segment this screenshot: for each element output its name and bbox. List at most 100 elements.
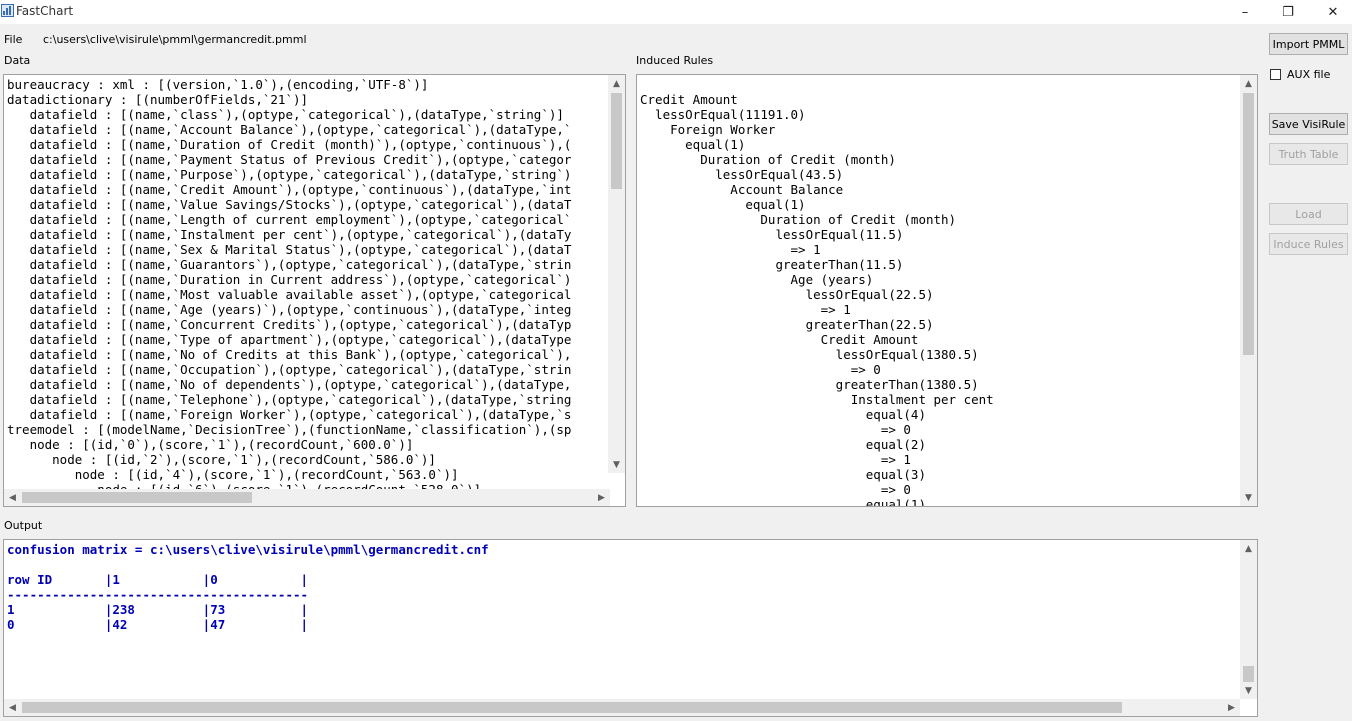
rule-line: equal(3) [640, 467, 926, 482]
output-line: ---------------------------------------- [7, 587, 309, 602]
data-line: datafield : [(name,`Foreign Worker`),(op… [7, 407, 572, 422]
data-line: datafield : [(name,`Type of apartment`),… [7, 332, 572, 347]
data-line: datafield : [(name,`Account Balance`),(o… [7, 122, 572, 137]
data-pane-label: Data [4, 54, 31, 67]
output-pane-label: Output [4, 519, 43, 532]
output-line: 0 |42 |47 | [7, 617, 309, 632]
scroll-right-arrow-icon[interactable]: ▶ [593, 489, 610, 506]
rule-line: lessOrEqual(43.5) [640, 167, 844, 182]
scroll-thumb[interactable] [611, 93, 622, 189]
data-line: datafield : [(name,`Concurrent Credits`)… [7, 317, 572, 332]
data-line: datafield : [(name,`Credit Amount`),(opt… [7, 182, 572, 197]
rule-line: Credit Amount [640, 332, 919, 347]
data-line: datafield : [(name,`class`),(optype,`cat… [7, 107, 564, 122]
output-pane[interactable]: confusion matrix = c:\users\clive\visiru… [3, 539, 1258, 717]
scroll-left-arrow-icon[interactable]: ◀ [4, 489, 21, 506]
output-vertical-scrollbar[interactable]: ▲ ▼ [1240, 540, 1257, 699]
output-text[interactable]: confusion matrix = c:\users\clive\visiru… [7, 542, 489, 632]
rule-line: => 1 [640, 452, 911, 467]
data-line: treemodel : [(modelName,`DecisionTree`),… [7, 422, 572, 437]
rule-line: equal(1) [640, 137, 746, 152]
rule-line: => 0 [640, 362, 881, 377]
data-line: datadictionary : [(numberOfFields,`21`)] [7, 92, 309, 107]
rule-line: Duration of Credit (month) [640, 212, 957, 227]
rule-line: greaterThan(1380.5) [640, 377, 979, 392]
data-line: datafield : [(name,`Duration of Credit (… [7, 137, 572, 152]
rule-line [640, 77, 994, 92]
scroll-right-arrow-icon[interactable]: ▶ [1223, 699, 1240, 716]
rule-line: equal(1) [640, 197, 806, 212]
rule-line: => 0 [640, 482, 911, 497]
rule-line: Foreign Worker [640, 122, 776, 137]
rule-line: Account Balance [640, 182, 844, 197]
data-line: datafield : [(name,`Payment Status of Pr… [7, 152, 572, 167]
data-line: node : [(id,`2`),(score,`1`),(recordCoun… [7, 452, 436, 467]
scroll-down-arrow-icon[interactable]: ▼ [608, 456, 625, 473]
truth-table-button[interactable]: Truth Table [1269, 143, 1348, 165]
rule-line: greaterThan(11.5) [640, 257, 904, 272]
data-line: datafield : [(name,`Age (years)`),(optyp… [7, 302, 572, 317]
rule-line: => 1 [640, 242, 821, 257]
data-line: datafield : [(name,`No of dependents`),(… [7, 377, 572, 392]
data-line: node : [(id,`4`),(score,`1`),(recordCoun… [7, 467, 459, 482]
data-line: node : [(id,`0`),(score,`1`),(recordCoun… [7, 437, 414, 452]
import-pmml-button[interactable]: Import PMML [1269, 33, 1348, 55]
data-line: datafield : [(name,`Most valuable availa… [7, 287, 572, 302]
rule-line: lessOrEqual(11191.0) [640, 107, 806, 122]
rule-line: lessOrEqual(11.5) [640, 227, 904, 242]
rules-vertical-scrollbar[interactable]: ▲ ▼ [1240, 75, 1257, 506]
scroll-left-arrow-icon[interactable]: ◀ [4, 699, 21, 716]
data-line: datafield : [(name,`Duration in Current … [7, 272, 572, 287]
rule-line: equal(2) [640, 437, 926, 452]
aux-file-label: AUX file [1287, 68, 1331, 81]
scroll-down-arrow-icon[interactable]: ▼ [1240, 489, 1257, 506]
window-title: FastChart [16, 4, 74, 18]
file-path: c:\users\clive\visirule\pmml\germancredi… [43, 33, 307, 46]
file-label: File [4, 33, 23, 46]
aux-file-checkbox[interactable] [1270, 69, 1281, 80]
data-line: datafield : [(name,`No of Credits at thi… [7, 347, 572, 362]
rule-line: => 1 [640, 302, 851, 317]
rule-line: Instalment per cent [640, 392, 994, 407]
data-line: datafield : [(name,`Purpose`),(optype,`c… [7, 167, 572, 182]
rule-line: Duration of Credit (month) [640, 152, 896, 167]
rule-line: greaterThan(22.5) [640, 317, 934, 332]
close-button[interactable]: ✕ [1310, 0, 1352, 24]
rule-line: Age (years) [640, 272, 874, 287]
rules-pane[interactable]: Credit Amount lessOrEqual(11191.0) Forei… [636, 74, 1258, 507]
scroll-up-arrow-icon[interactable]: ▲ [1240, 540, 1257, 557]
rule-line: lessOrEqual(1380.5) [640, 347, 979, 362]
minimize-button[interactable]: – [1222, 0, 1268, 24]
rules-text[interactable]: Credit Amount lessOrEqual(11191.0) Forei… [640, 77, 994, 507]
scroll-thumb[interactable] [1243, 93, 1254, 355]
rule-line: equal(1) [640, 497, 926, 507]
data-line: datafield : [(name,`Sex & Marital Status… [7, 242, 572, 257]
scroll-up-arrow-icon[interactable]: ▲ [1240, 75, 1257, 92]
scroll-thumb[interactable] [22, 492, 252, 503]
data-vertical-scrollbar[interactable]: ▲ ▼ [608, 75, 625, 473]
scroll-thumb[interactable] [1243, 666, 1254, 682]
output-horizontal-scrollbar[interactable]: ◀ ▶ [4, 699, 1240, 716]
scroll-down-arrow-icon[interactable]: ▼ [1240, 682, 1257, 699]
scroll-thumb[interactable] [22, 702, 1122, 713]
save-visirule-button[interactable]: Save VisiRule [1269, 113, 1348, 135]
scroll-up-arrow-icon[interactable]: ▲ [608, 75, 625, 92]
load-button[interactable]: Load [1269, 203, 1348, 225]
aux-file-checkbox-row[interactable]: AUX file [1270, 68, 1330, 81]
rule-line: => 0 [640, 422, 911, 437]
output-line: confusion matrix = c:\users\clive\visiru… [7, 542, 489, 557]
data-text[interactable]: bureaucracy : xml : [(version,`1.0`),(en… [7, 77, 571, 497]
output-line: row ID |1 |0 | [7, 572, 309, 587]
data-line: datafield : [(name,`Occupation`),(optype… [7, 362, 572, 377]
rule-line: equal(4) [640, 407, 926, 422]
induce-rules-button[interactable]: Induce Rules [1269, 233, 1348, 255]
title-bar: FastChart – ❐ ✕ [0, 0, 1352, 24]
data-horizontal-scrollbar[interactable]: ◀ ▶ [4, 489, 610, 506]
maximize-button[interactable]: ❐ [1265, 0, 1311, 24]
data-pane[interactable]: bureaucracy : xml : [(version,`1.0`),(en… [3, 74, 626, 507]
app-icon [1, 4, 14, 17]
data-line: datafield : [(name,`Instalment per cent`… [7, 227, 572, 242]
rules-pane-label: Induced Rules [636, 54, 714, 67]
data-line: datafield : [(name,`Guarantors`),(optype… [7, 257, 572, 272]
